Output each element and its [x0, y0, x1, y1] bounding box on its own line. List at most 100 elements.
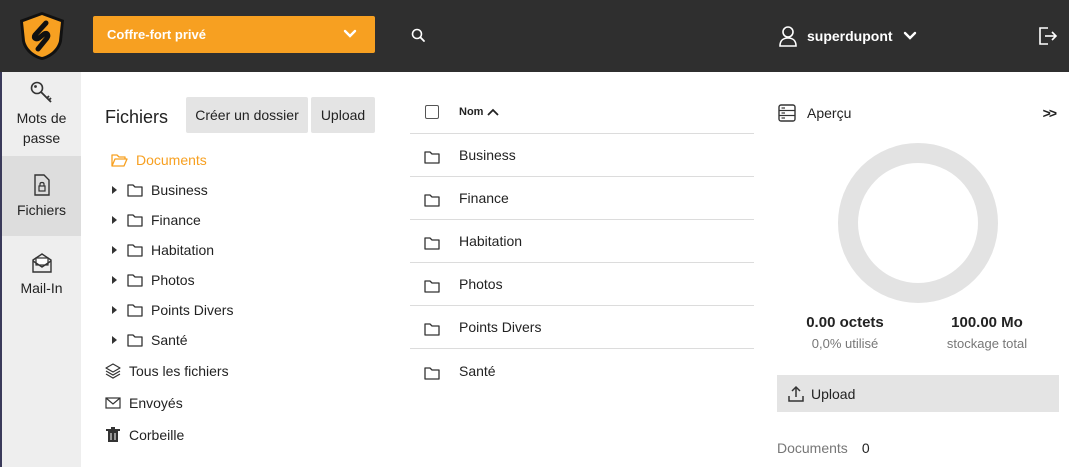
vault-selector[interactable]: Coffre-fort privé [93, 16, 375, 53]
layers-icon [105, 363, 121, 379]
column-name-label: Nom [459, 105, 484, 118]
list-item[interactable]: Photos [410, 263, 754, 306]
tree-folder-sante[interactable]: Santé [105, 329, 188, 351]
documents-count: Documents 0 [777, 440, 870, 456]
folder-open-icon [111, 154, 128, 167]
username: superdupont [807, 28, 893, 44]
folder-icon [127, 304, 143, 317]
list-item[interactable]: Finance [410, 177, 754, 220]
user-menu[interactable]: superdupont [778, 24, 917, 48]
select-all-checkbox[interactable] [425, 104, 439, 119]
list-item[interactable]: Points Divers [410, 306, 754, 349]
create-folder-button[interactable]: Créer un dossier [186, 97, 308, 133]
sort-by-name[interactable]: Nom [459, 105, 500, 118]
documents-count-label: Documents [777, 440, 848, 456]
tree-folder-label: Photos [151, 272, 195, 288]
list-item-label: Photos [459, 276, 503, 292]
tree-folder-finance[interactable]: Finance [105, 209, 201, 231]
expand-arrow-icon[interactable] [112, 276, 117, 284]
collapse-panel-button[interactable]: >> [1043, 105, 1057, 121]
list-header: Nom [410, 90, 754, 134]
tree-trash-label: Corbeille [129, 427, 185, 443]
tree-folder-label: Points Divers [151, 302, 234, 318]
nav-item-passwords[interactable]: Mots de passe [2, 80, 81, 148]
side-nav: Mots de passe Fichiers Mail-In [0, 72, 81, 467]
expand-arrow-icon[interactable] [112, 306, 117, 314]
folder-icon [127, 244, 143, 257]
panel-upload-button[interactable]: Upload [777, 375, 1059, 412]
folder-icon [424, 366, 440, 380]
tree-folder-label: Finance [151, 212, 201, 228]
file-lock-icon [33, 174, 50, 196]
preview-title: Aperçu [807, 105, 852, 121]
used-storage-stat: 0.00 octets 0,0% utilisé [795, 314, 895, 351]
search-icon[interactable] [410, 27, 426, 43]
folder-icon [127, 214, 143, 227]
folder-icon [424, 280, 440, 293]
list-item-label: Santé [459, 362, 496, 379]
expand-arrow-icon[interactable] [112, 336, 117, 344]
expand-arrow-icon[interactable] [112, 186, 117, 194]
envelope-icon [105, 397, 121, 409]
used-storage-value: 0.00 octets [806, 314, 884, 331]
expand-arrow-icon[interactable] [112, 246, 117, 254]
top-bar: Coffre-fort privé superdupont [0, 0, 1069, 72]
list-item[interactable]: Habitation [410, 220, 754, 263]
folder-icon [424, 323, 440, 336]
list-item[interactable]: Santé [410, 349, 754, 392]
list-item-label: Business [459, 147, 516, 163]
chevron-down-icon [343, 29, 357, 38]
preview-header: Aperçu [777, 103, 851, 123]
logout-icon[interactable] [1036, 25, 1058, 47]
upload-icon [788, 385, 804, 402]
folder-icon [127, 184, 143, 197]
mail-in-icon [31, 253, 52, 273]
list-item-label: Finance [459, 190, 509, 206]
folder-icon [424, 237, 440, 250]
list-item-label: Points Divers [459, 319, 542, 335]
file-list: Nom Business Finance Habitation Photos P… [410, 90, 754, 392]
tree-folder-label: Santé [151, 332, 188, 348]
storage-usage-donut [838, 143, 998, 303]
app-logo-icon[interactable] [18, 11, 66, 61]
files-title: Fichiers [105, 107, 169, 127]
tree-sent[interactable]: Envoyés [105, 392, 183, 414]
nav-item-label: Mots de passe [16, 110, 67, 146]
folder-icon [424, 151, 440, 164]
user-icon [779, 26, 797, 47]
documents-count-value: 0 [861, 440, 870, 456]
sort-asc-icon [487, 108, 500, 116]
key-icon [30, 81, 52, 103]
chevron-down-icon [903, 31, 916, 40]
vault-selector-label: Coffre-fort privé [107, 27, 206, 42]
panel-upload-label: Upload [811, 385, 856, 402]
tree-sent-label: Envoyés [129, 395, 183, 411]
tree-folder-habitation[interactable]: Habitation [105, 239, 214, 261]
tree-root-documents[interactable]: Documents [111, 149, 207, 171]
list-item[interactable]: Business [410, 134, 754, 177]
tree-folder-label: Habitation [151, 242, 215, 258]
total-storage-value: 100.00 Mo [951, 314, 1023, 331]
used-storage-label: 0,0% utilisé [811, 336, 879, 351]
storage-icon [778, 104, 796, 122]
tree-all-files-label: Tous les fichiers [129, 363, 229, 379]
list-item-label: Habitation [459, 233, 523, 249]
folder-icon [127, 334, 143, 347]
total-storage-label: stockage total [946, 336, 1028, 351]
trash-icon [106, 427, 120, 442]
nav-item-label: Mail-In [20, 280, 63, 296]
nav-item-label: Fichiers [16, 202, 66, 218]
tree-all-files[interactable]: Tous les fichiers [105, 360, 229, 382]
nav-item-mail-in[interactable]: Mail-In [2, 252, 81, 298]
folder-icon [424, 194, 440, 207]
tree-root-label: Documents [136, 152, 207, 168]
folder-icon [127, 274, 143, 287]
tree-folder-photos[interactable]: Photos [105, 269, 195, 291]
total-storage-stat: 100.00 Mo stockage total [937, 314, 1037, 351]
expand-arrow-icon[interactable] [112, 216, 117, 224]
upload-button[interactable]: Upload [311, 97, 375, 133]
nav-item-files[interactable]: Fichiers [2, 156, 81, 236]
tree-trash[interactable]: Corbeille [105, 424, 184, 446]
tree-folder-points-divers[interactable]: Points Divers [105, 299, 233, 321]
tree-folder-business[interactable]: Business [105, 179, 208, 201]
